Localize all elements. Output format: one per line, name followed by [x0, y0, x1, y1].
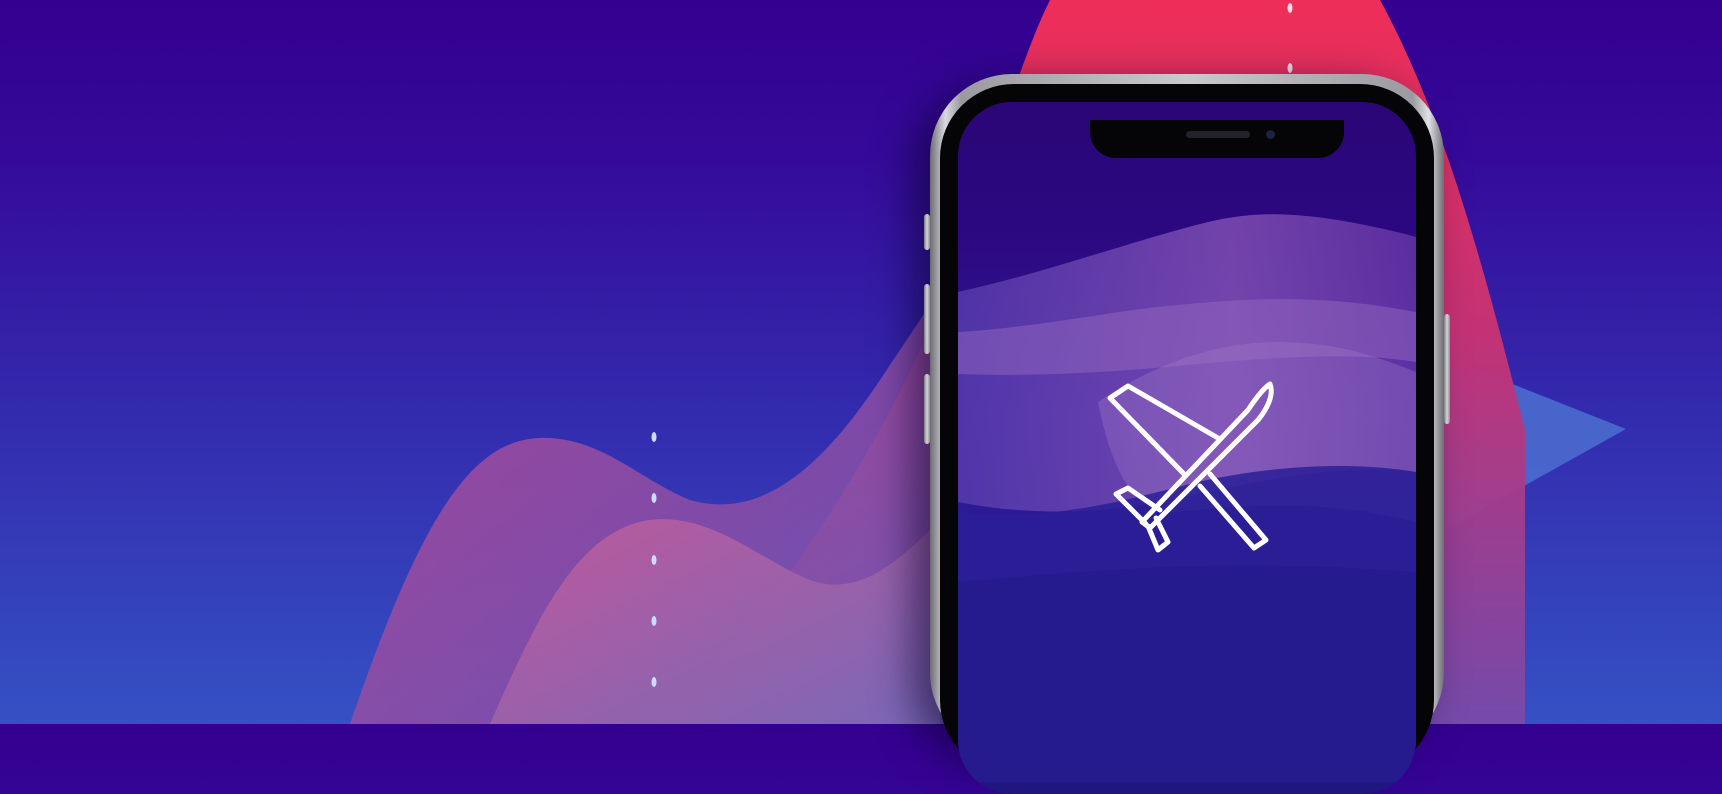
- front-camera: [1266, 130, 1275, 139]
- background-artwork: [350, 0, 1626, 724]
- phone-volume-down-button: [924, 374, 930, 444]
- phone-volume-up-button: [924, 284, 930, 354]
- phone-power-button: [1444, 314, 1450, 424]
- phone-speaker: [1186, 131, 1250, 138]
- airplane-icon: [1107, 381, 1274, 553]
- phone-silent-switch: [924, 214, 930, 250]
- phone-notch: [1090, 120, 1344, 158]
